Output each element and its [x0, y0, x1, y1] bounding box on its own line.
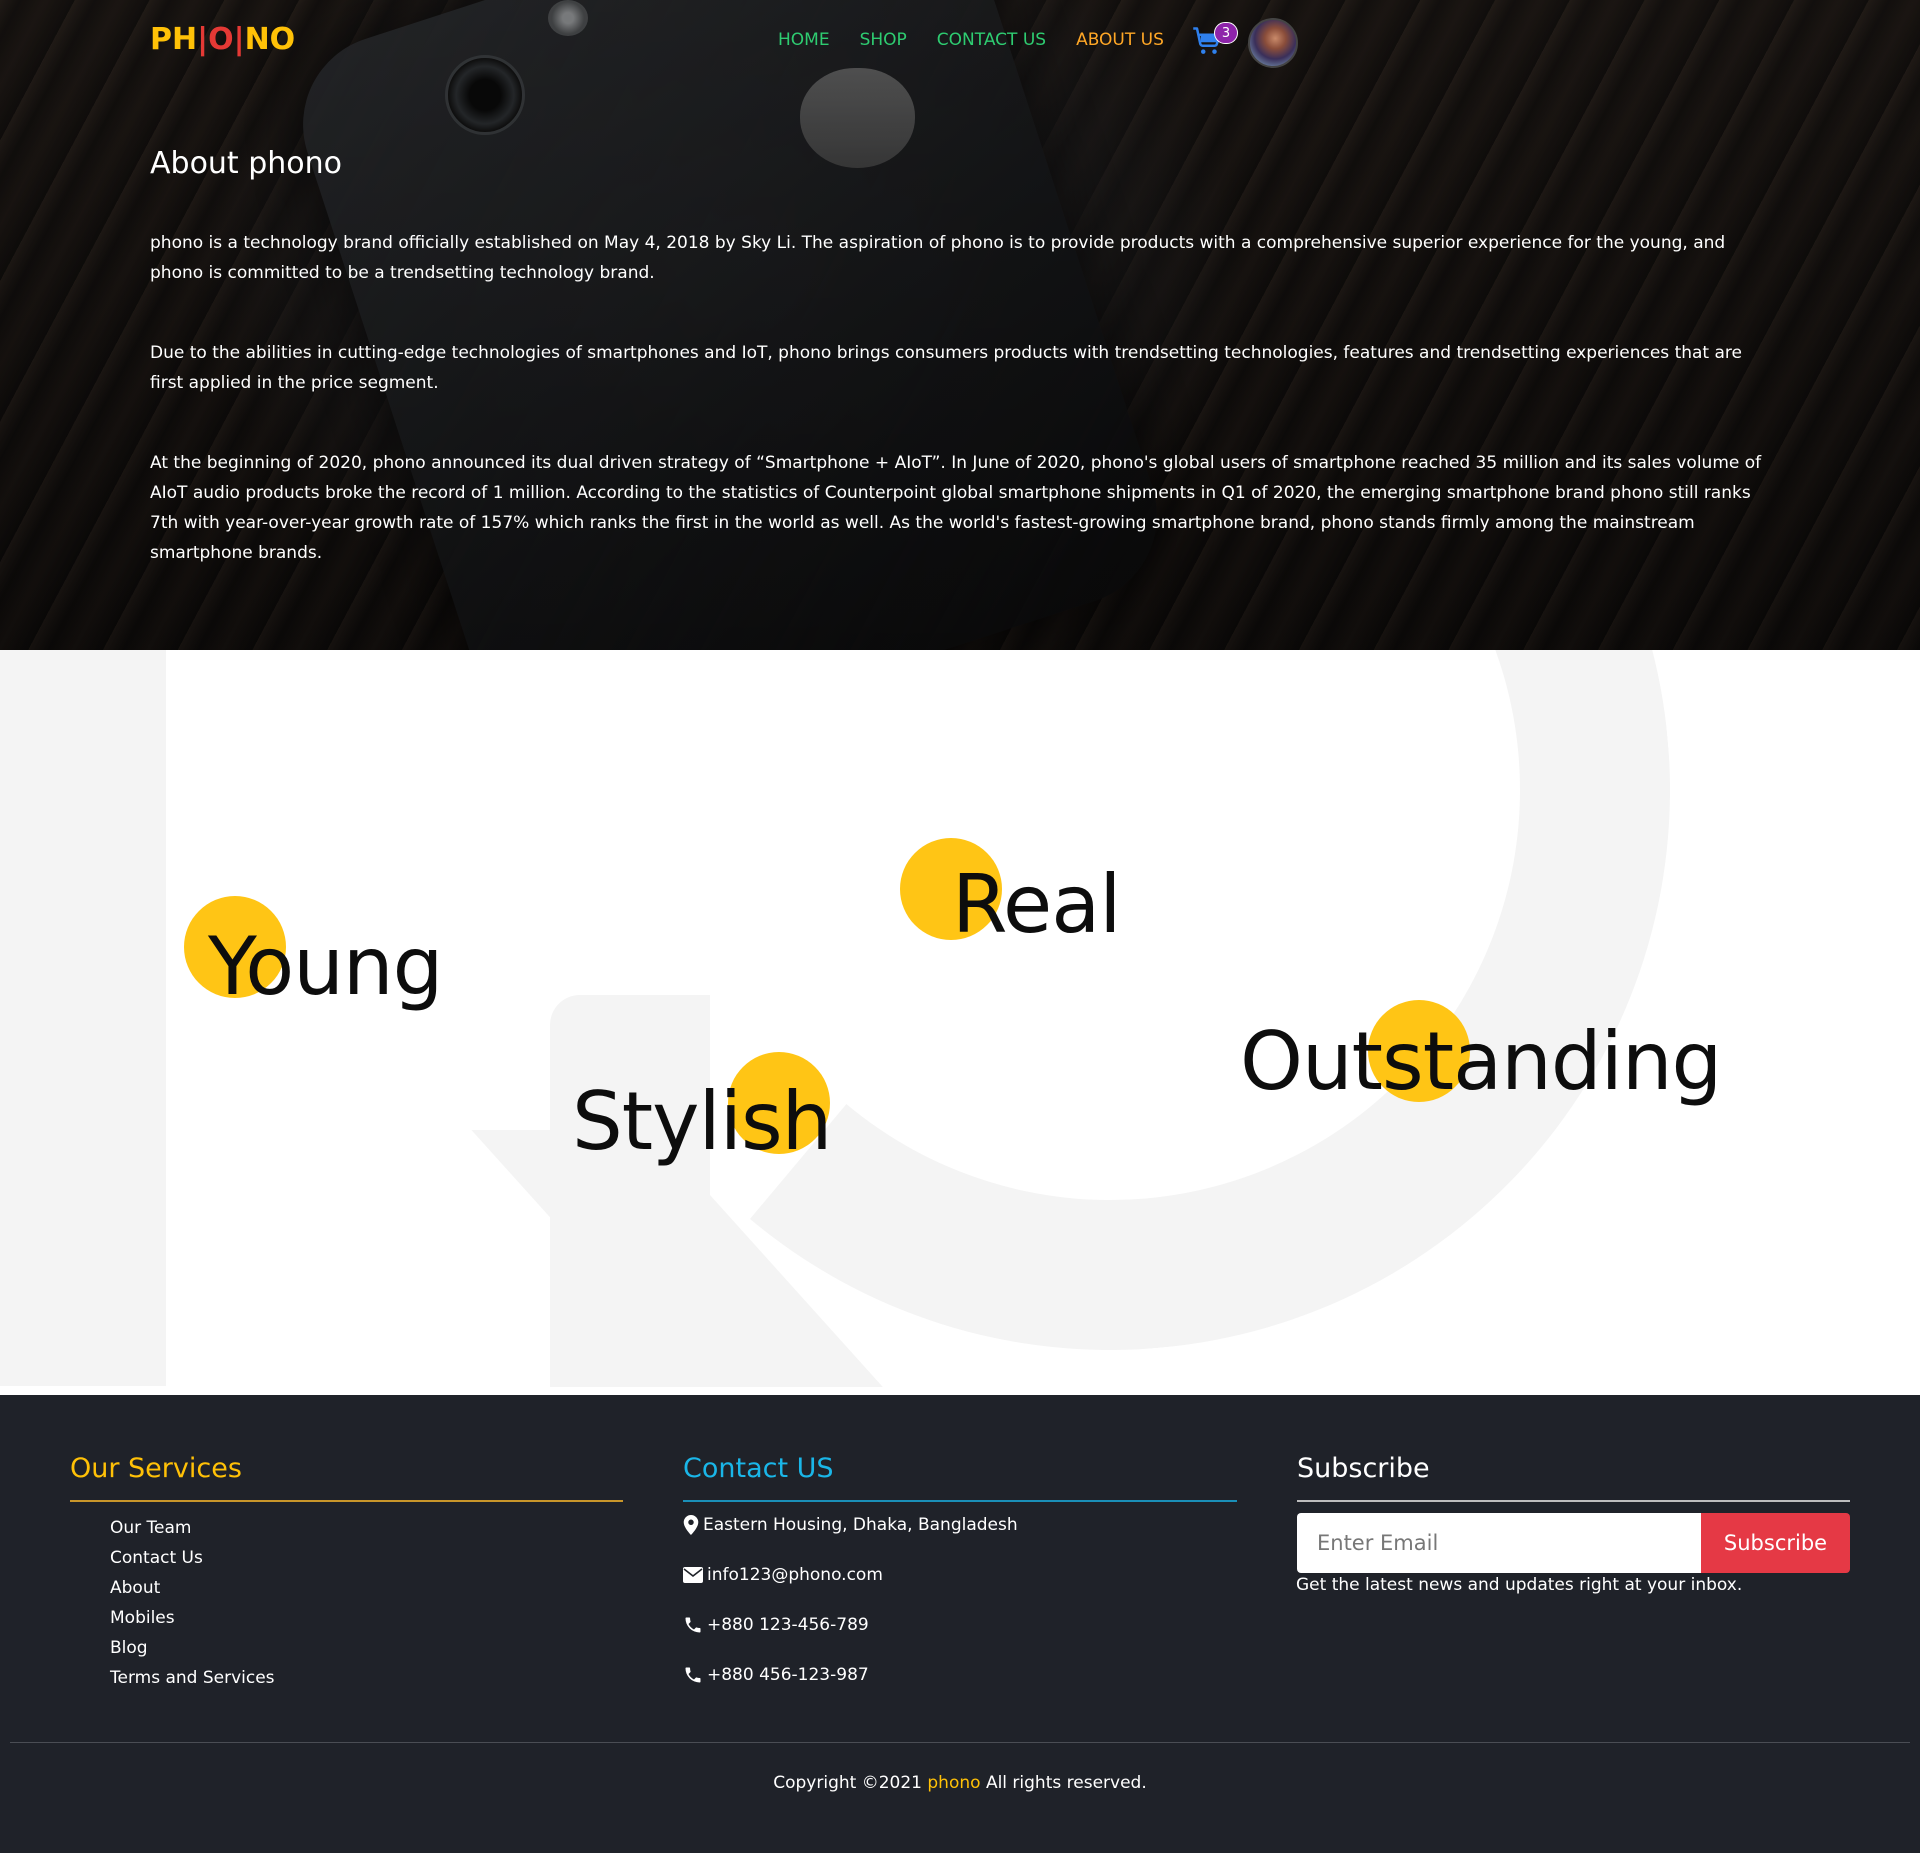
background-shape [0, 650, 166, 1386]
main-nav: HOME SHOP CONTACT US ABOUT US [778, 30, 1194, 50]
services-divider [70, 1500, 623, 1502]
user-avatar[interactable] [1248, 18, 1298, 68]
services-list: Our Team Contact Us About Mobiles Blog T… [110, 1513, 275, 1693]
about-title: About phono [150, 146, 343, 181]
footer-link-our-team[interactable]: Our Team [110, 1513, 275, 1543]
copyright-brand: phono [927, 1773, 981, 1793]
cart-count-badge: 3 [1214, 22, 1238, 44]
about-paragraph: Due to the abilities in cutting-edge tec… [150, 343, 1742, 393]
site-logo[interactable]: PH|O|NO [150, 22, 295, 57]
brand-values-section: Young Real Stylish Outstanding [0, 650, 1920, 1387]
footer-link-terms[interactable]: Terms and Services [110, 1663, 275, 1693]
contact-email[interactable]: info123@phono.com [683, 1565, 883, 1585]
value-word-outstanding: Outstanding [1240, 1015, 1722, 1108]
contact-phone[interactable]: +880 123-456-789 [683, 1615, 869, 1635]
contact-phone[interactable]: +880 456-123-987 [683, 1665, 869, 1685]
contact-title: Contact US [683, 1453, 834, 1484]
footer-link-mobiles[interactable]: Mobiles [110, 1603, 275, 1633]
value-word-real: Real [952, 858, 1121, 951]
nav-about-us[interactable]: ABOUT US [1076, 30, 1164, 50]
subscribe-title: Subscribe [1297, 1453, 1430, 1484]
subscribe-note: Get the latest news and updates right at… [1296, 1575, 1743, 1595]
about-paragraph: phono is a technology brand officially e… [150, 233, 1726, 283]
footer-link-contact-us[interactable]: Contact Us [110, 1543, 275, 1573]
subscribe-divider [1297, 1500, 1850, 1502]
envelope-icon [683, 1567, 703, 1583]
nav-contact-us[interactable]: CONTACT US [937, 30, 1046, 50]
footer-divider [10, 1742, 1910, 1743]
phone-icon [685, 1667, 701, 1683]
value-word-young: Young [208, 920, 443, 1013]
about-hero: PH|O|NO HOME SHOP CONTACT US ABOUT US 3 … [0, 0, 1920, 650]
about-paragraph: At the beginning of 2020, phono announce… [150, 453, 1762, 563]
map-marker-icon [683, 1515, 699, 1535]
email-field[interactable] [1297, 1513, 1701, 1573]
nav-home[interactable]: HOME [778, 30, 830, 50]
footer-link-blog[interactable]: Blog [110, 1633, 275, 1663]
value-word-stylish: Stylish [572, 1075, 832, 1168]
subscribe-button[interactable]: Subscribe [1701, 1513, 1850, 1573]
nav-shop[interactable]: SHOP [860, 30, 907, 50]
phone-icon [685, 1617, 701, 1633]
copyright-text: Copyright ©2021 phono All rights reserve… [773, 1773, 1147, 1793]
contact-divider [683, 1500, 1237, 1502]
site-footer: Our Services Our Team Contact Us About M… [0, 1395, 1920, 1853]
footer-link-about[interactable]: About [110, 1573, 275, 1603]
contact-address: Eastern Housing, Dhaka, Bangladesh [683, 1515, 1018, 1535]
services-title: Our Services [70, 1453, 242, 1484]
